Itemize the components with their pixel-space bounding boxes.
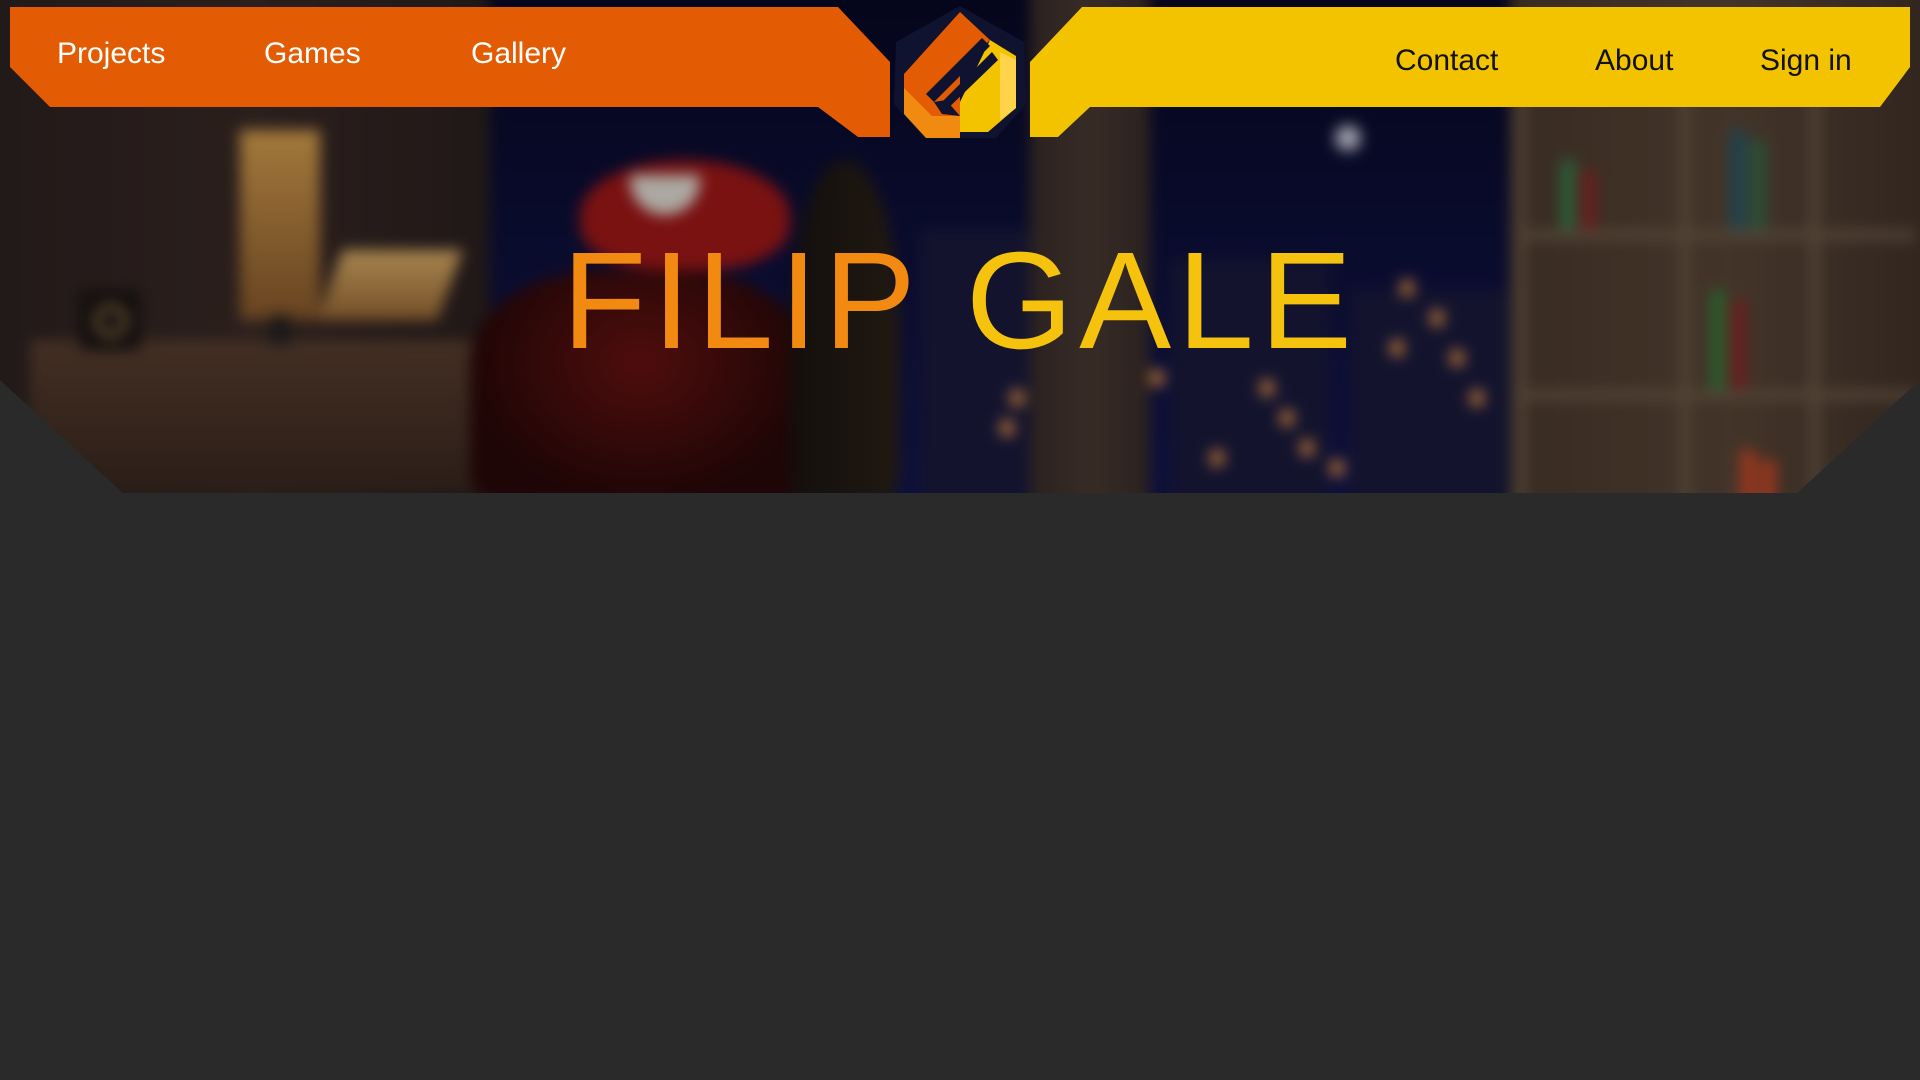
nav-link-games[interactable]: Games	[264, 36, 361, 72]
nav-link-projects[interactable]: Projects	[57, 36, 165, 72]
hero-title: FILIP GALE	[0, 232, 1920, 370]
nav-link-sign-in[interactable]: Sign in	[1760, 43, 1852, 79]
hexagon-pencil-logo-icon[interactable]	[886, 4, 1034, 140]
page: FILIP GALE Projects Games Gallery Contact…	[0, 0, 1920, 1080]
hero-title-last: GALE	[965, 224, 1358, 378]
hero-title-first: FILIP	[562, 224, 922, 378]
nav-link-gallery[interactable]: Gallery	[471, 36, 566, 72]
nav-link-about[interactable]: About	[1595, 43, 1673, 79]
nav-link-contact[interactable]: Contact	[1395, 43, 1498, 79]
